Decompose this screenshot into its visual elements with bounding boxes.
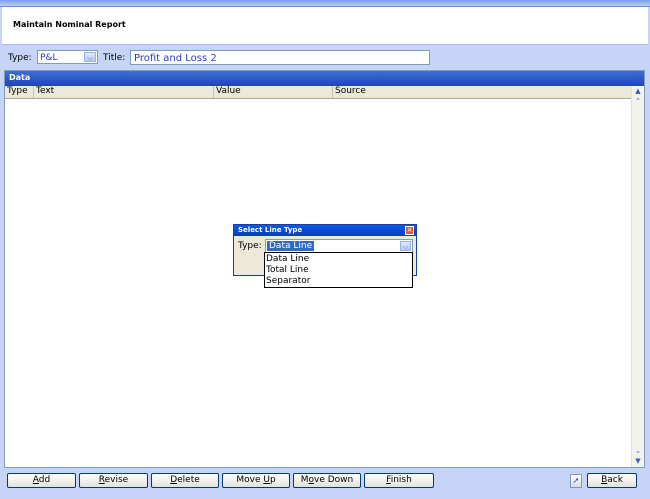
title-panel: Maintain Nominal Report bbox=[2, 7, 648, 45]
move-up-button[interactable]: Move Up bbox=[222, 473, 290, 488]
data-panel-title: Data bbox=[9, 73, 31, 82]
option-data-line[interactable]: Data Line bbox=[266, 254, 309, 265]
col-source[interactable]: Source bbox=[333, 86, 634, 98]
help-icon[interactable]: ➚ bbox=[570, 474, 582, 488]
close-icon[interactable]: × bbox=[405, 226, 414, 235]
option-separator[interactable]: Separator bbox=[266, 276, 310, 287]
dropdown-arrow-icon[interactable]: ⌵ bbox=[84, 52, 96, 62]
dialog-type-label: Type: bbox=[238, 241, 262, 251]
col-type[interactable]: Type bbox=[5, 86, 34, 98]
move-down-button[interactable]: Move Down bbox=[293, 473, 361, 488]
line-type-selected: Data Line bbox=[267, 241, 315, 251]
scroll-top-icon[interactable]: ▲ bbox=[633, 87, 643, 96]
type-select[interactable]: P&L ⌵ bbox=[37, 50, 98, 64]
dialog-title-bar: Select Line Type × bbox=[234, 225, 416, 236]
type-label: Type: bbox=[8, 53, 32, 63]
revise-button[interactable]: Revise bbox=[79, 473, 148, 488]
scroll-down-icon[interactable]: ⌄ bbox=[633, 447, 643, 456]
window-top-band bbox=[0, 0, 650, 7]
finish-button[interactable]: Finish bbox=[364, 473, 434, 488]
scroll-bottom-icon[interactable]: ▼ bbox=[633, 457, 643, 466]
column-headers: Type Text Value Source bbox=[5, 86, 632, 99]
col-value[interactable]: Value bbox=[214, 86, 333, 98]
option-total-line[interactable]: Total Line bbox=[266, 265, 309, 276]
line-type-options: Data Line Total Line Separator bbox=[264, 252, 413, 288]
button-bar: Add Revise Delete Move Up Move Down Fini… bbox=[0, 470, 650, 499]
add-button[interactable]: Add bbox=[7, 473, 76, 488]
data-panel-header: Data bbox=[5, 71, 644, 86]
title-input[interactable]: Profit and Loss 2 bbox=[130, 50, 430, 65]
line-type-select[interactable]: Data Line ⌵ bbox=[265, 239, 413, 253]
type-select-value: P&L bbox=[40, 53, 58, 63]
back-button[interactable]: Back bbox=[587, 473, 637, 488]
delete-button[interactable]: Delete bbox=[151, 473, 219, 488]
title-label: Title: bbox=[103, 53, 126, 63]
vertical-scrollbar[interactable]: ▲ ⌃ ⌄ ▼ bbox=[631, 86, 644, 467]
window-title: Maintain Nominal Report bbox=[13, 20, 126, 29]
dropdown-arrow-icon[interactable]: ⌵ bbox=[400, 241, 411, 251]
col-text[interactable]: Text bbox=[34, 86, 214, 98]
dialog-title: Select Line Type bbox=[238, 226, 303, 234]
criteria-bar: Type: P&L ⌵ Title: Profit and Loss 2 bbox=[0, 46, 650, 70]
scroll-up-icon[interactable]: ⌃ bbox=[633, 97, 643, 106]
title-input-value: Profit and Loss 2 bbox=[134, 53, 217, 64]
